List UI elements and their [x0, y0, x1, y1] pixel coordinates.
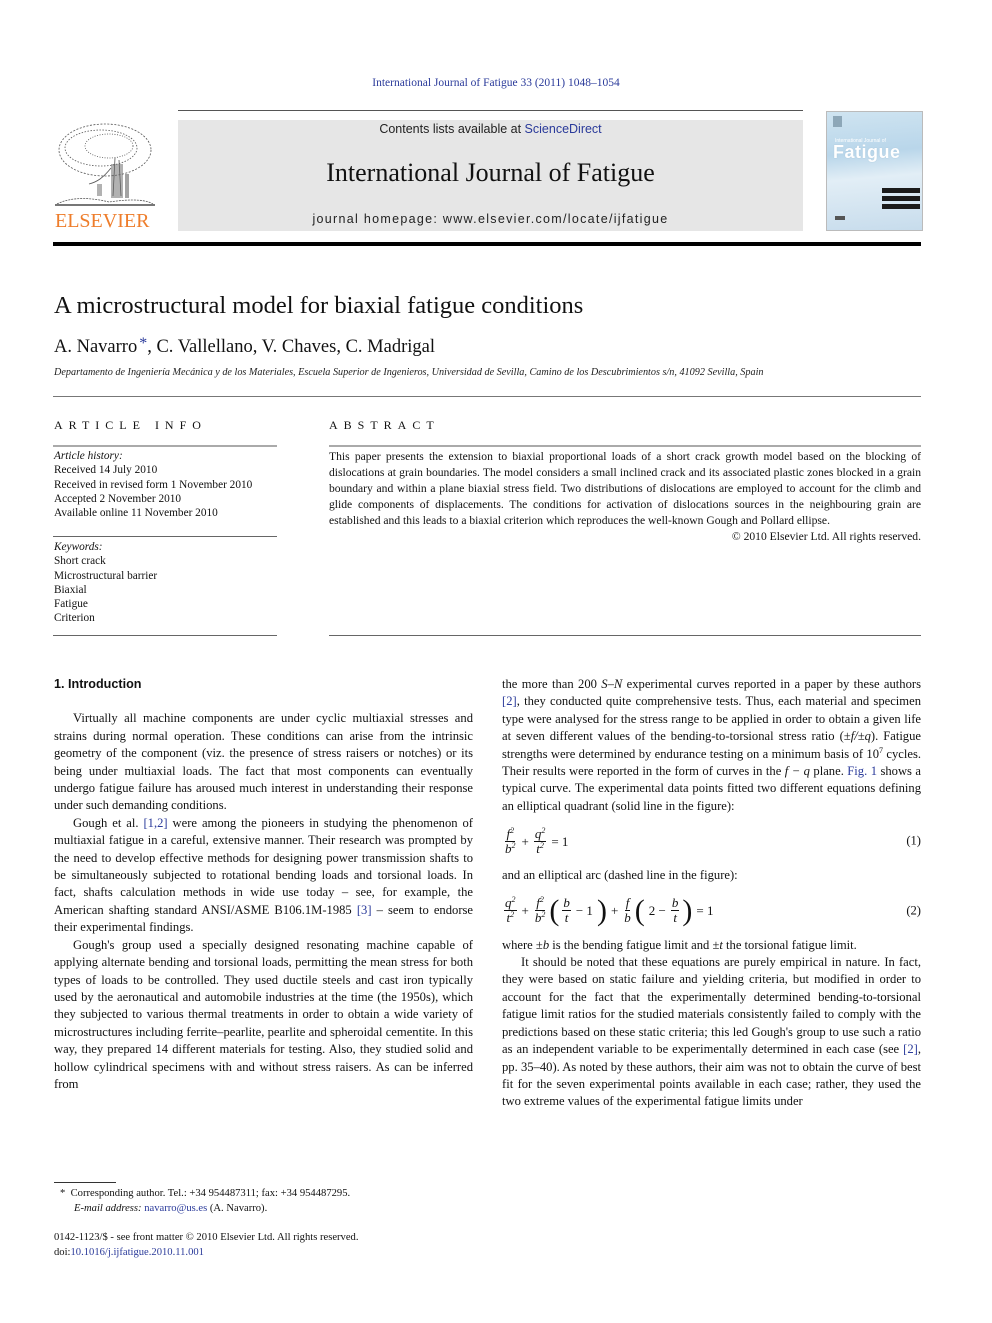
paragraph: Gough et al. [1,2] were among the pionee…	[54, 815, 473, 937]
text: where ±	[502, 937, 543, 952]
masthead-banner: Contents lists available at ScienceDirec…	[178, 120, 803, 231]
text: the torsional fatigue limit.	[722, 937, 857, 952]
divider	[329, 445, 921, 447]
author-list: A. Navarro *, C. Vallellano, V. Chaves, C…	[54, 335, 435, 358]
keywords: Keywords: Short crack Microstructural ba…	[54, 540, 157, 626]
cover-bar	[882, 196, 920, 201]
author-affiliation: Departamento de Ingeniería Mecánica y de…	[54, 367, 764, 378]
cover-bar	[882, 188, 920, 193]
history-item: Received in revised form 1 November 2010	[54, 478, 253, 491]
history-item: Received 14 July 2010	[54, 464, 158, 477]
footnote-marker: *	[60, 1188, 66, 1199]
contents-line: Contents lists available at ScienceDirec…	[178, 122, 803, 136]
front-matter: 0142-1123/$ - see front matter © 2010 El…	[54, 1230, 359, 1260]
keywords-label: Keywords:	[54, 541, 103, 553]
figure-link[interactable]: Fig. 1	[847, 764, 877, 778]
article-history: Article history: Received 14 July 2010 R…	[54, 449, 252, 520]
text: the more than 200	[502, 677, 602, 691]
contents-prefix: Contents lists available at	[379, 122, 525, 136]
history-item: Accepted 2 November 2010	[54, 492, 182, 505]
author-name: A. Navarro	[54, 337, 138, 357]
text: Corresponding author. Tel.: +34 95448731…	[70, 1188, 351, 1199]
paragraph: Gough's group used a specially designed …	[54, 937, 473, 1091]
divider	[329, 635, 921, 636]
citation-link[interactable]: [2]	[903, 1042, 918, 1056]
divider	[53, 635, 277, 636]
divider	[53, 536, 277, 537]
front-matter-copyright: 0142-1123/$ - see front matter © 2010 El…	[54, 1232, 359, 1243]
journal-homepage[interactable]: journal homepage: www.elsevier.com/locat…	[178, 212, 803, 226]
abstract-heading: ABSTRACT	[329, 418, 440, 432]
journal-title: International Journal of Fatigue	[326, 158, 655, 187]
math-text: S–N	[601, 677, 623, 691]
cover-bar	[882, 204, 920, 209]
paragraph: where ±b is the bending fatigue limit an…	[502, 937, 921, 954]
paragraph: Virtually all machine components are und…	[54, 711, 473, 813]
citation-link[interactable]: [3]	[357, 903, 372, 917]
keyword-item: Criterion	[54, 612, 95, 625]
masthead-thick-rule	[53, 242, 921, 246]
article-history-label: Article history:	[54, 450, 123, 462]
email-label: E-mail address:	[74, 1203, 142, 1214]
body-column-left: 1. Introduction Virtually all machine co…	[54, 676, 473, 1093]
text: is the bending fatigue limit and ±	[549, 937, 720, 952]
elsevier-tree-icon	[55, 123, 155, 206]
paragraph: and an elliptical arc (dashed line in th…	[502, 868, 738, 883]
masthead-top-rule	[178, 110, 803, 111]
abstract-copyright: © 2010 Elsevier Ltd. All rights reserved…	[731, 530, 921, 543]
text: plane.	[809, 764, 848, 779]
abstract-text: This paper presents the extension to bia…	[329, 450, 921, 527]
text: Gough et al.	[73, 815, 144, 830]
abstract-body: This paper presents the extension to bia…	[329, 449, 921, 545]
journal-cover-thumbnail[interactable]: International Journal of Fatigue	[826, 111, 923, 231]
cover-big-title: Fatigue	[833, 142, 901, 162]
history-item: Available online 11 November 2010	[54, 507, 218, 520]
text: It should be noted that these equations …	[502, 955, 921, 1057]
equation-number: (1)	[906, 833, 921, 848]
email-link[interactable]: navarro@us.es	[144, 1203, 207, 1214]
sciencedirect-link[interactable]: ScienceDirect	[525, 122, 602, 136]
divider	[53, 396, 921, 397]
citation-link[interactable]: [2]	[502, 694, 517, 708]
equation-2-formula: q2 t2 + f2 b2 (b t − 1) + fb (2 − b t) = 1	[504, 893, 714, 927]
citation-link[interactable]: [1,2]	[143, 816, 167, 830]
keyword-item: Short crack	[54, 555, 106, 568]
keyword-item: Fatigue	[54, 598, 88, 611]
equation-2: q2 t2 + f2 b2 (b t − 1) + fb (2 − b t) = 1 (2)	[502, 885, 921, 937]
email-footnote: E-mail address: navarro@us.es (A. Navarr…	[60, 1201, 350, 1216]
article-title: A microstructural model for biaxial fati…	[54, 292, 584, 319]
corresponding-author-footnote: * Corresponding author. Tel.: +34 954487…	[60, 1186, 350, 1201]
math-text: f − q	[784, 764, 810, 779]
footnote-rule	[54, 1182, 116, 1183]
divider	[53, 445, 277, 447]
paragraph: the more than 200 S–N experimental curve…	[502, 676, 921, 815]
doi-line: doi:10.1016/j.ijfatigue.2010.11.001	[54, 1245, 359, 1260]
keyword-item: Microstructural barrier	[54, 569, 158, 582]
running-header-citation[interactable]: International Journal of Fatigue 33 (201…	[0, 77, 992, 89]
text: experimental curves reported in a paper …	[622, 677, 921, 691]
doi-label: doi:	[54, 1247, 71, 1258]
cover-emblem-icon	[833, 116, 842, 127]
equation-1-formula: f2 b2 + q2 t2 = 1	[505, 825, 569, 856]
keyword-item: Biaxial	[54, 583, 87, 596]
body-column-right: the more than 200 S–N experimental curve…	[502, 676, 921, 1111]
article-info-heading: ARTICLE INFO	[54, 418, 207, 432]
math-text: ±f/±q	[843, 729, 871, 744]
text: were among the pioneers in studying the …	[54, 815, 473, 917]
text: (A. Navarro).	[207, 1203, 268, 1214]
equation-number: (2)	[906, 902, 921, 917]
equation-1: f2 b2 + q2 t2 = 1 (1)	[502, 815, 921, 867]
author-names-rest: , C. Vallellano, V. Chaves, C. Madrigal	[147, 337, 435, 357]
doi-link[interactable]: 10.1016/j.ijfatigue.2010.11.001	[70, 1247, 204, 1258]
section-heading: 1. Introduction	[54, 677, 142, 691]
elsevier-logo[interactable]: ELSEVIER	[53, 118, 157, 234]
cover-footer-logo-icon	[835, 216, 845, 220]
footnotes: * Corresponding author. Tel.: +34 954487…	[60, 1186, 350, 1216]
paragraph: It should be noted that these equations …	[502, 954, 921, 1111]
elsevier-wordmark: ELSEVIER	[55, 210, 150, 232]
